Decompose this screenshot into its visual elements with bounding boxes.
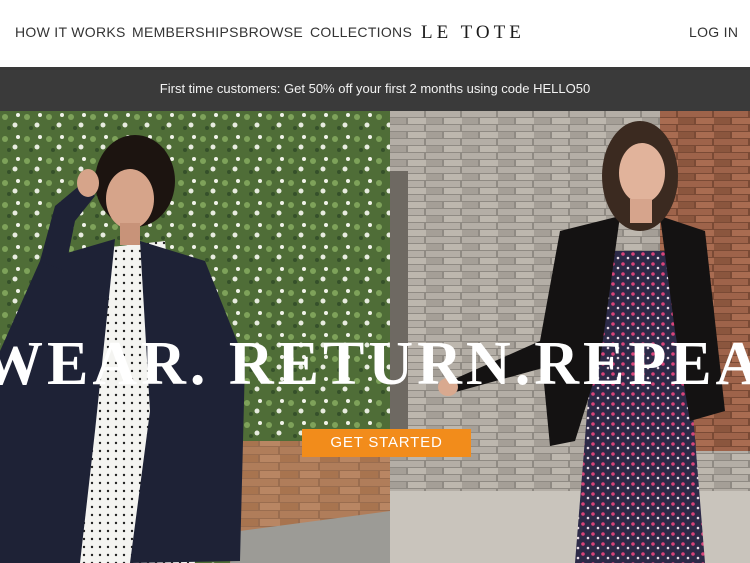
promo-banner: First time customers: Get 50% off your f… bbox=[0, 67, 750, 111]
top-navigation: HOW IT WORKS MEMBERSHIPS BROWSE COLLECTI… bbox=[0, 0, 750, 67]
nav-memberships-link[interactable]: MEMBERSHIPS bbox=[132, 24, 239, 40]
nav-collections-link[interactable]: COLLECTIONS bbox=[310, 24, 412, 40]
le-tote-logo[interactable]: LE TOTE bbox=[421, 22, 525, 44]
login-link[interactable]: LOG IN bbox=[689, 24, 738, 40]
hero-section: WEAR. RETURN.REPEAT GET STARTED bbox=[0, 111, 750, 563]
nav-how-it-works-link[interactable]: HOW IT WORKS bbox=[15, 24, 126, 40]
get-started-button[interactable]: GET STARTED bbox=[302, 429, 471, 457]
hero-headline: WEAR. RETURN.REPEAT bbox=[0, 329, 750, 399]
nav-browse-link[interactable]: BROWSE bbox=[239, 24, 303, 40]
hero-headline-text: WEAR. RETURN.REPEAT bbox=[0, 330, 750, 398]
promo-text: First time customers: Get 50% off your f… bbox=[159, 81, 591, 96]
